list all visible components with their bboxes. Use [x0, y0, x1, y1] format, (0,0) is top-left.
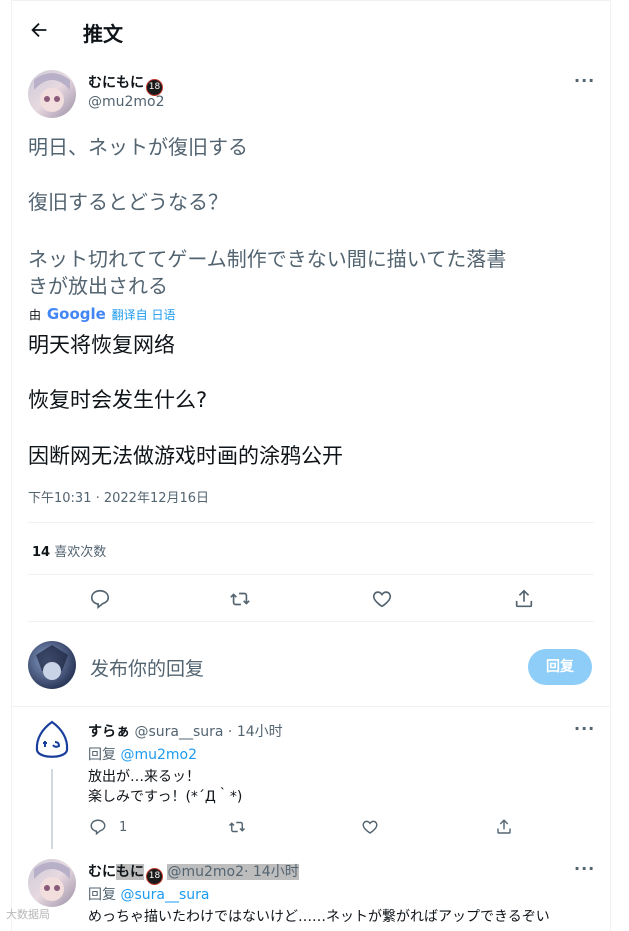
more-options-icon[interactable]: ··· [574, 71, 595, 90]
translated-text-line: 明天将恢复网络 [28, 333, 175, 357]
reply-time[interactable]: · 14小时 [243, 864, 299, 880]
replying-to: 回复 @mu2mo2 [88, 744, 197, 764]
current-user-avatar[interactable] [28, 641, 76, 689]
retweet-icon[interactable] [228, 818, 246, 836]
divider [28, 522, 594, 523]
translation-attribution: 由 Google 翻译自 日语 [29, 305, 175, 323]
reply-text: 放出が…来るッ！ 楽しみですっ！(*´Д｀*) [88, 767, 242, 807]
like-heart-icon[interactable] [371, 588, 393, 610]
reply-header: すらぁ @sura__sura · 14小时 [88, 721, 283, 741]
page-title: 推文 [83, 22, 123, 46]
reply-input[interactable]: 发布你的回复 [90, 654, 204, 681]
reply-icon[interactable] [89, 818, 107, 836]
likes-count: 14 [32, 545, 51, 560]
tweet-text-line: きが放出される [28, 274, 168, 298]
replying-to-label: 回复 [88, 887, 116, 903]
reply-time[interactable]: · 14小时 [228, 724, 283, 740]
reply-author-name[interactable]: すらぁ [88, 724, 130, 740]
tweet-text-line: 明日、ネットが復旧する [28, 135, 248, 159]
share-icon[interactable] [495, 818, 513, 836]
divider [28, 621, 594, 622]
tweet-page: 推文 むにもに 18 @mu2mo2 ··· 明日、ネットが復旧する 復旧するとど… [11, 0, 611, 931]
google-logo: Google [46, 305, 106, 323]
replying-to-handle[interactable]: @mu2mo2 [120, 747, 197, 763]
age-18-badge-icon: 18 [146, 868, 163, 885]
author-name: むにもに [88, 75, 144, 91]
divider [12, 706, 610, 707]
back-arrow-icon[interactable] [28, 19, 50, 41]
avatar[interactable] [28, 859, 76, 907]
tweet-text-line: 復旧するとどうなる？ [28, 190, 228, 214]
more-options-icon[interactable]: ··· [574, 859, 595, 878]
author-name-row[interactable]: むにもに 18 [88, 72, 163, 96]
translated-text-line: 恢复时会发生什么? [28, 388, 208, 412]
reply-header: むにもに 18 @mu2mo2· 14小时 [88, 861, 299, 885]
reply-author-handle[interactable]: @sura__sura [134, 724, 223, 740]
avatar[interactable] [28, 717, 76, 765]
top-bar: 推文 [12, 1, 610, 59]
share-icon[interactable] [513, 588, 535, 610]
avatar[interactable] [28, 70, 76, 118]
reply-text-line: めっちゃ描いたわけではないけど……ネットが繋がればアップできるぞい [88, 909, 550, 925]
like-heart-icon[interactable] [361, 818, 379, 836]
reply-author-name-part: もに [116, 864, 144, 880]
watermark: 大数据局 [6, 908, 50, 921]
translate-source-link[interactable]: 翻译自 日语 [112, 308, 176, 322]
reply-text-line: 放出が…来るッ！ [88, 769, 200, 785]
translated-text-line: 因断网无法做游戏时画的涂鸦公开 [28, 444, 343, 468]
translation-prefix: 由 [29, 308, 42, 322]
reply-count: 1 [119, 820, 128, 835]
likes-label: 喜欢次数 [54, 545, 107, 560]
tweet-text-line: ネット切れててゲーム制作できない間に描いてた落書 [28, 247, 507, 271]
reply-submit-button[interactable]: 回复 [528, 649, 592, 685]
reply-icon[interactable] [89, 588, 111, 610]
retweet-icon[interactable] [229, 588, 251, 610]
likes-stat[interactable]: 14 喜欢次数 [32, 541, 106, 560]
replying-to-label: 回复 [88, 747, 116, 763]
tweet-timestamp[interactable]: 下午10:31 · 2022年12月16日 [28, 487, 209, 506]
more-options-icon[interactable]: ··· [574, 719, 595, 738]
replying-to: 回复 @sura__sura [88, 884, 209, 904]
reply-text-line: 楽しみですっ！(*´Д｀*) [88, 789, 243, 805]
reply-author-name-part: むに [88, 864, 116, 880]
divider [28, 574, 594, 575]
reply-author-name[interactable]: むにもに [88, 864, 144, 880]
reply-author-handle[interactable]: @mu2mo2 [167, 864, 244, 880]
replying-to-handle[interactable]: @sura__sura [120, 887, 209, 903]
thread-line [51, 769, 53, 849]
author-handle[interactable]: @mu2mo2 [88, 94, 165, 110]
